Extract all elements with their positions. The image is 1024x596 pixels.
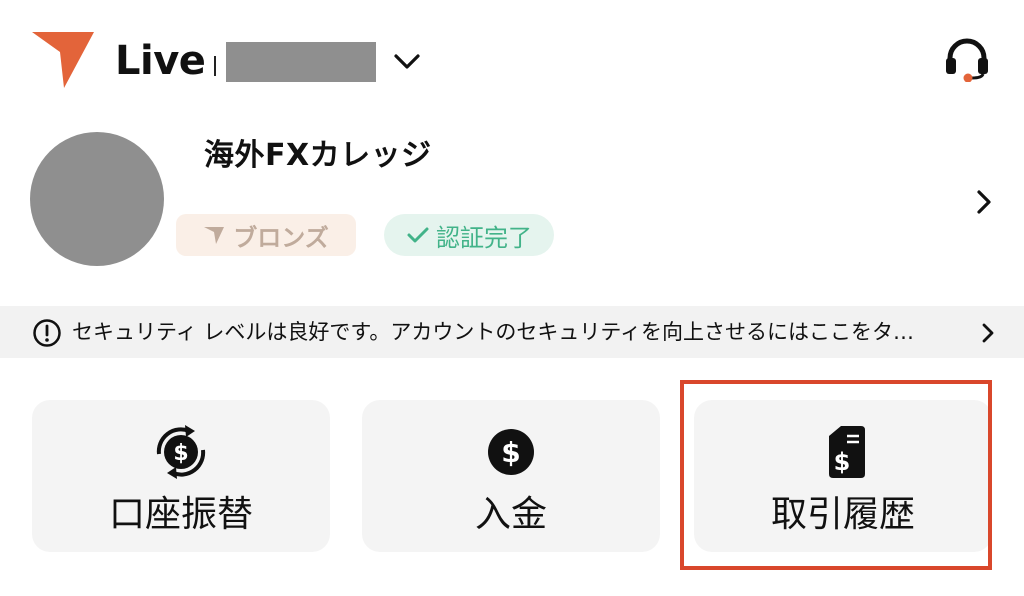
deposit-card[interactable]: $ 入金 [362, 400, 660, 552]
tier-badge: ブロンズ [176, 214, 356, 256]
highlight-box [680, 380, 992, 570]
transfer-dollar-icon: $ [156, 425, 206, 479]
security-notice-banner[interactable]: セキュリティ レベルは良好です。アカウントのセキュリティを向上させるにはここをタ… [0, 306, 1024, 358]
alert-circle-icon [33, 319, 61, 347]
tier-icon [204, 227, 225, 244]
brand-logo-icon [32, 32, 94, 88]
chevron-down-icon[interactable] [392, 50, 422, 74]
chevron-right-icon[interactable] [972, 188, 996, 216]
svg-text:$: $ [501, 436, 520, 469]
tier-badge-label: ブロンズ [233, 223, 329, 252]
security-notice-text: セキュリティ レベルは良好です。アカウントのセキュリティを向上させるにはここをタ… [72, 320, 915, 344]
environment-label: Live [115, 38, 206, 84]
headset-icon[interactable] [942, 38, 992, 82]
check-icon [407, 227, 429, 243]
chevron-right-icon[interactable] [980, 322, 996, 344]
profile-name: 海外FXカレッジ [204, 138, 432, 173]
verification-badge-label: 認証完了 [436, 223, 532, 252]
transfer-card-label: 口座振替 [108, 494, 253, 535]
verification-badge: 認証完了 [384, 214, 554, 256]
account-number-redacted[interactable] [226, 42, 376, 82]
account-separator [214, 56, 216, 76]
deposit-card-label: 入金 [474, 494, 547, 535]
avatar[interactable] [30, 132, 164, 266]
svg-text:$: $ [173, 441, 188, 466]
transfer-card[interactable]: $ 口座振替 [32, 400, 330, 552]
dollar-circle-icon: $ [488, 429, 534, 475]
